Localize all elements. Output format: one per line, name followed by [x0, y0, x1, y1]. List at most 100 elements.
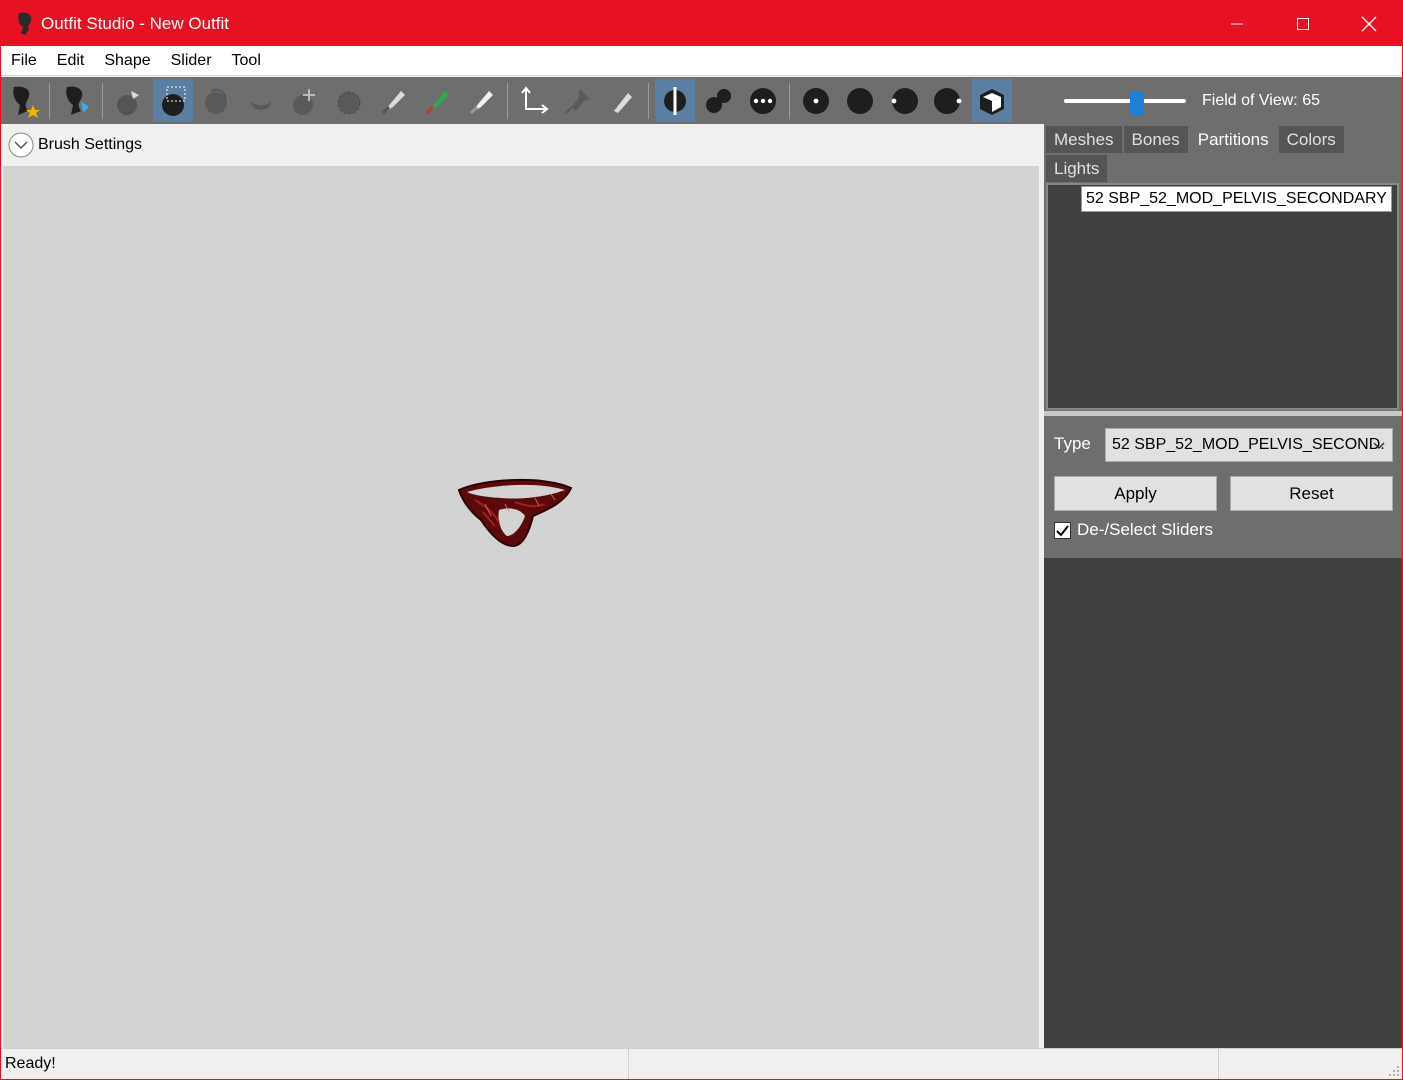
deselect-sliders-checkbox[interactable] [1054, 521, 1071, 539]
show-vertices-button[interactable] [796, 79, 836, 122]
type-dropdown[interactable]: 52 SBP_52_MOD_PELVIS_SECOND. [1105, 428, 1393, 462]
type-label: Type [1054, 434, 1091, 453]
vertex-edit-icon [614, 92, 632, 113]
new-project-button[interactable] [3, 79, 43, 122]
field-of-view-label: Field of View: 65 [1202, 91, 1320, 109]
minimize-button[interactable] [1204, 1, 1270, 46]
brush-settings-header[interactable]: Brush Settings [1, 124, 1041, 166]
mask-brush-icon [162, 86, 186, 116]
toolbar-separator [507, 82, 508, 119]
status-bar: Ready! [1, 1048, 1402, 1079]
smooth-brush-icon [337, 91, 361, 114]
render-mode-icon [980, 88, 1004, 115]
menu-tool[interactable]: Tool [222, 52, 271, 70]
chevron-down-icon[interactable] [8, 132, 34, 158]
menu-file[interactable]: File [1, 52, 47, 70]
inflate-brush-button[interactable] [197, 79, 237, 122]
close-button[interactable] [1336, 1, 1402, 46]
chevron-down-icon [1373, 442, 1385, 450]
select-brush-button[interactable] [109, 79, 149, 122]
resize-grip-icon[interactable] [1386, 1063, 1400, 1077]
weight-brush-button[interactable] [373, 79, 413, 122]
global-brush-button[interactable] [743, 79, 783, 122]
tab-meshes[interactable]: Meshes [1046, 126, 1122, 153]
toolbar-separator [102, 82, 103, 119]
maximize-icon [1297, 17, 1309, 30]
render-mode-button[interactable] [972, 79, 1012, 122]
lighting-button[interactable] [884, 79, 924, 122]
inflate-brush-icon [205, 88, 227, 114]
status-cell-2 [629, 1048, 1219, 1079]
main-toolbar [1, 77, 1044, 124]
window-title: Outfit Studio - New Outfit [41, 13, 230, 33]
move-brush-icon [293, 88, 315, 115]
partition-list[interactable]: 52 SBP_52_MOD_PELVIS_SECONDARY [1046, 183, 1399, 410]
menu-slider[interactable]: Slider [161, 52, 222, 70]
menu-edit[interactable]: Edit [47, 52, 95, 70]
maximize-button[interactable] [1270, 1, 1336, 46]
outfit-studio-window: Outfit Studio - New Outfit File Edit Sha… [0, 0, 1403, 1080]
brush-settings-label: Brush Settings [38, 136, 143, 153]
x-mirror-button[interactable] [655, 79, 695, 122]
show-vertices-icon [803, 87, 829, 114]
menu-bar: File Edit Shape Slider Tool [1, 46, 1402, 76]
tab-lights[interactable]: Lights [1046, 155, 1108, 182]
color-brush-button[interactable] [417, 79, 457, 122]
menu-shape[interactable]: Shape [94, 52, 160, 70]
status-cell-3 [1219, 1049, 1400, 1080]
pivot-icon [565, 88, 590, 114]
toolbar-separator [648, 82, 649, 119]
field-of-view-slider[interactable] [1064, 90, 1186, 115]
smooth-brush-button[interactable] [329, 79, 369, 122]
transform-button[interactable] [514, 79, 554, 122]
transform-icon [521, 85, 549, 114]
wireframe-button[interactable] [840, 79, 880, 122]
sliders-area[interactable] [1044, 558, 1402, 1048]
window-controls [1204, 1, 1402, 46]
wireframe-icon [847, 87, 873, 114]
textures-button[interactable] [928, 79, 968, 122]
x-mirror-icon [664, 86, 686, 115]
alpha-brush-icon [469, 90, 493, 114]
toolbar-separator [789, 82, 790, 119]
deflate-brush-icon [251, 100, 271, 110]
partition-item[interactable]: 52 SBP_52_MOD_PELVIS_SECONDARY [1081, 186, 1392, 212]
close-icon [1361, 16, 1377, 31]
deflate-brush-button[interactable] [241, 79, 281, 122]
global-brush-icon [750, 87, 776, 114]
lighting-icon [891, 87, 918, 114]
pivot-button[interactable] [558, 79, 598, 122]
app-logo-icon [18, 11, 32, 35]
alpha-brush-button[interactable] [461, 79, 501, 122]
status-text: Ready! [1, 1048, 629, 1079]
mask-brush-button[interactable] [153, 79, 193, 122]
view-toolbar: Field of View: 65 [1044, 77, 1402, 124]
checkmark-icon [1056, 524, 1069, 537]
outfit-mesh[interactable] [455, 476, 577, 550]
3d-viewport[interactable] [3, 166, 1039, 1048]
textures-icon [934, 87, 962, 114]
right-panel: Meshes Bones Partitions Colors Lights 52… [1044, 124, 1402, 1048]
connected-only-button[interactable] [699, 79, 739, 122]
color-brush-icon [425, 90, 449, 114]
apply-button[interactable]: Apply [1054, 476, 1217, 511]
connected-only-icon [706, 88, 731, 113]
slider-thumb[interactable] [1130, 90, 1144, 115]
load-reference-button[interactable] [56, 79, 96, 122]
partition-properties: Type 52 SBP_52_MOD_PELVIS_SECOND. Apply … [1044, 416, 1402, 558]
slider-track [1064, 98, 1186, 103]
load-reference-icon [66, 86, 89, 115]
reset-button[interactable]: Reset [1230, 476, 1393, 511]
deselect-sliders-label: De-/Select Sliders [1077, 520, 1214, 539]
select-brush-icon [117, 90, 139, 115]
tab-colors[interactable]: Colors [1278, 126, 1344, 153]
deselect-sliders-option[interactable]: De-/Select Sliders [1054, 520, 1213, 540]
tab-bones[interactable]: Bones [1123, 126, 1188, 153]
tab-partitions[interactable]: Partitions [1189, 126, 1277, 153]
toolbar-separator [49, 82, 50, 119]
new-project-icon [13, 86, 40, 118]
title-bar[interactable]: Outfit Studio - New Outfit [1, 1, 1402, 46]
move-brush-button[interactable] [285, 79, 325, 122]
panel-tabs: Meshes Bones Partitions Colors Lights [1046, 124, 1402, 182]
vertex-edit-button[interactable] [602, 79, 642, 122]
